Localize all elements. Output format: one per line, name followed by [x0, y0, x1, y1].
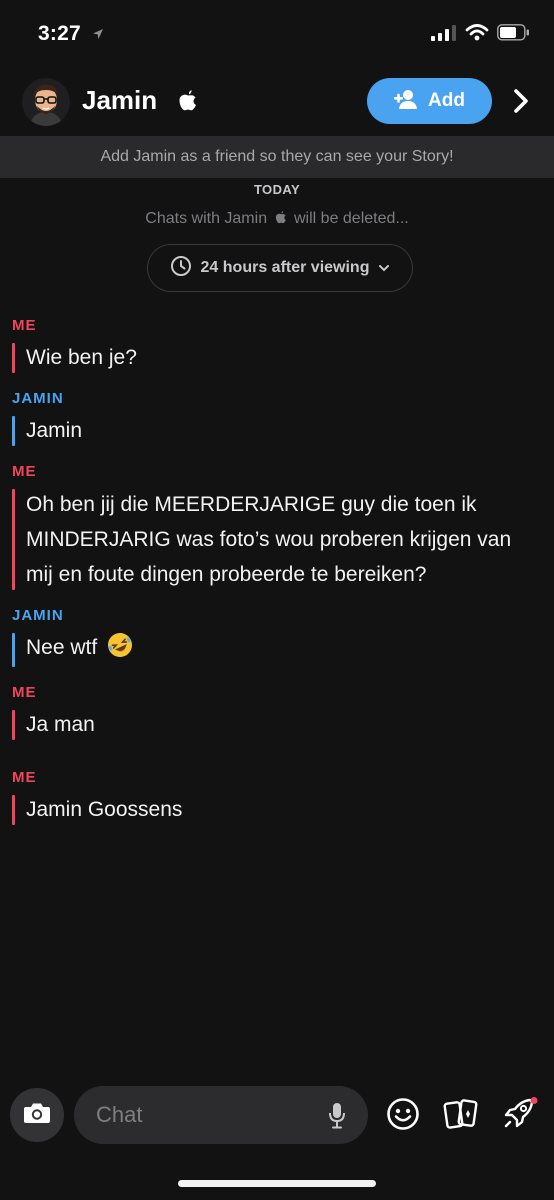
- sender-label: ME: [12, 463, 37, 480]
- message-bubble[interactable]: Nee wtf: [12, 631, 532, 669]
- message-group: ME Jamin Goossens: [12, 768, 554, 827]
- wifi-icon: [465, 24, 489, 46]
- laughing-emoji-icon: [107, 632, 133, 669]
- message-group: JAMIN Jamin: [12, 389, 554, 448]
- signal-icon: [431, 24, 457, 46]
- message-group: JAMIN Nee wtf: [12, 606, 554, 669]
- deletion-notice: Chats with Jamin will be deleted...: [0, 210, 554, 229]
- banner-text: Add Jamin as a friend so they can see yo…: [100, 148, 454, 165]
- sender-label: JAMIN: [12, 607, 64, 624]
- message-group: ME Ja man: [12, 683, 554, 742]
- status-time: 3:27: [38, 22, 81, 45]
- chevron-right-icon[interactable]: [512, 88, 530, 119]
- message-text[interactable]: Oh ben jij die MEERDERJARIGE guy die toe…: [12, 487, 532, 592]
- chat-input-container: [74, 1086, 368, 1144]
- status-icons: [431, 24, 530, 46]
- sender-label: JAMIN: [12, 390, 64, 407]
- chat-screen: 3:27 Jamin Add Add Jamin as a friend so …: [0, 0, 554, 1200]
- message-text: Nee wtf: [26, 636, 98, 659]
- date-label: TODAY: [253, 182, 301, 197]
- clock-icon: [170, 255, 192, 282]
- rocket-icon[interactable]: [501, 1097, 539, 1136]
- smiley-icon[interactable]: [386, 1097, 420, 1136]
- contact-name[interactable]: Jamin: [82, 85, 157, 116]
- add-friend-banner[interactable]: Add Jamin as a friend so they can see yo…: [0, 136, 554, 178]
- camera-icon: [23, 1101, 51, 1130]
- message-text[interactable]: Jamin: [12, 414, 532, 448]
- deletion-timer-dropdown[interactable]: 24 hours after viewing: [147, 244, 413, 292]
- add-button-label: Add: [428, 90, 465, 111]
- status-bar: 3:27: [0, 0, 554, 70]
- apple-icon: [178, 89, 198, 116]
- location-arrow-icon: [92, 27, 104, 45]
- avatar[interactable]: [22, 78, 70, 126]
- sender-label: ME: [12, 769, 37, 786]
- cards-icon[interactable]: [443, 1097, 479, 1136]
- camera-button[interactable]: [10, 1088, 64, 1142]
- sender-label: ME: [12, 317, 37, 334]
- message-text[interactable]: Wie ben je?: [12, 341, 532, 375]
- deletion-prefix: Chats with Jamin: [145, 210, 268, 227]
- microphone-icon[interactable]: [328, 1102, 346, 1134]
- sender-label: ME: [12, 684, 37, 701]
- composer-bar: [0, 1075, 554, 1155]
- chat-header: Jamin Add: [0, 70, 554, 136]
- message-text[interactable]: Ja man: [12, 708, 532, 742]
- add-friend-icon: [394, 89, 418, 114]
- message-list: ME Wie ben je? JAMIN Jamin ME Oh ben jij…: [0, 316, 554, 827]
- battery-icon: [497, 24, 530, 46]
- timer-label: 24 hours after viewing: [200, 259, 370, 276]
- deletion-suffix: will be deleted...: [294, 210, 409, 227]
- chat-input[interactable]: [96, 1086, 316, 1144]
- add-friend-button[interactable]: Add: [367, 78, 492, 124]
- message-group: ME Oh ben jij die MEERDERJARIGE guy die …: [12, 462, 554, 592]
- chevron-down-icon: [378, 259, 390, 277]
- message-group: ME Wie ben je?: [12, 316, 554, 375]
- message-text[interactable]: Jamin Goossens: [12, 793, 532, 827]
- home-indicator[interactable]: [178, 1180, 376, 1187]
- apple-icon: [275, 210, 287, 229]
